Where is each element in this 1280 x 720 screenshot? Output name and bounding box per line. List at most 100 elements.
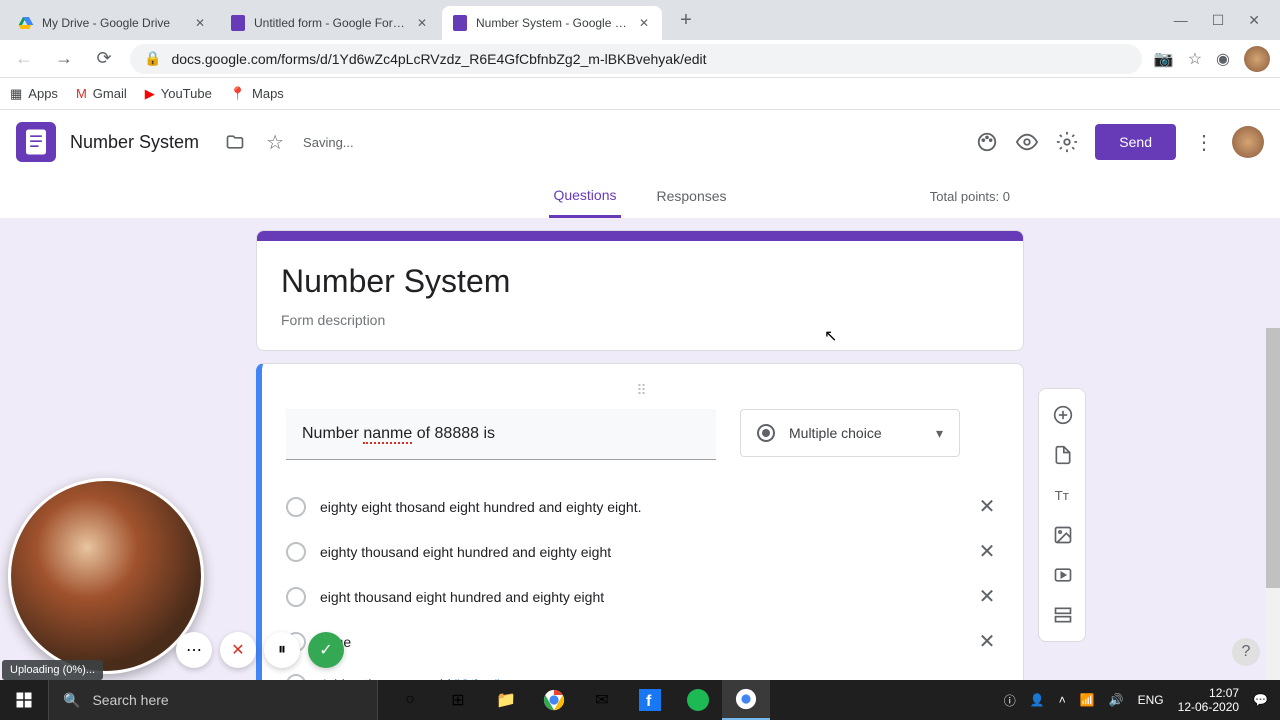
bookmark-youtube[interactable]: ▶YouTube — [145, 86, 212, 102]
bookmark-gmail[interactable]: MGmail — [76, 86, 127, 101]
tray-chevron-icon[interactable]: ˄ — [1059, 693, 1066, 707]
tray-wifi-icon[interactable]: 📶 — [1080, 693, 1095, 707]
title-card[interactable]: Number System Form description — [256, 230, 1024, 351]
chrome-active-icon[interactable] — [722, 680, 770, 720]
explorer-icon[interactable]: 📁 — [482, 680, 530, 720]
more-button[interactable]: ⋮ — [1184, 122, 1224, 162]
question-input[interactable]: Number nanme of 88888 is — [286, 409, 716, 460]
help-button[interactable]: ? — [1232, 638, 1260, 666]
import-questions-button[interactable] — [1039, 437, 1087, 473]
window-controls: — ☐ ✕ — [1174, 12, 1272, 29]
tab-responses[interactable]: Responses — [653, 176, 731, 216]
back-button[interactable]: ← — [10, 48, 38, 69]
option-row: none ✕ — [286, 619, 999, 664]
add-question-button[interactable] — [1039, 397, 1087, 433]
pause-recording-button[interactable]: ⏸ — [264, 632, 300, 668]
address-bar: ← → ⟳ 🔒 docs.google.com/forms/d/1Yd6wZc4… — [0, 40, 1280, 78]
cortana-icon[interactable]: ○ — [386, 680, 434, 720]
extension-icon[interactable]: ◉ — [1216, 49, 1230, 69]
tab-number-system[interactable]: Number System - Google Forms ✕ — [442, 6, 662, 40]
forms-logo[interactable] — [16, 122, 56, 162]
option-text[interactable]: eight thousand eight hundred and eighty … — [320, 589, 961, 605]
tray-sound-icon[interactable]: 🔊 — [1109, 693, 1124, 707]
tab-untitled-form[interactable]: Untitled form - Google Forms ✕ — [220, 6, 440, 40]
palette-button[interactable] — [967, 122, 1007, 162]
profile-avatar[interactable] — [1244, 46, 1270, 72]
maximize-button[interactable]: ☐ — [1212, 12, 1225, 29]
facebook-icon[interactable]: f — [626, 680, 674, 720]
taskbar: 🔍 Search here ○ ⊞ 📁 ✉ f ⓘ 👤 ˄ 📶 🔊 ENG 12… — [0, 680, 1280, 720]
add-image-button[interactable] — [1039, 517, 1087, 553]
chevron-down-icon: ▾ — [936, 425, 943, 442]
search-placeholder: Search here — [92, 692, 168, 708]
url-text: docs.google.com/forms/d/1Yd6wZc4pLcRVzdz… — [171, 51, 706, 67]
task-view-icon[interactable]: ⊞ — [434, 680, 482, 720]
close-icon[interactable]: ✕ — [414, 15, 430, 31]
star-icon[interactable]: ☆ — [1188, 49, 1202, 69]
browser-tab-strip: My Drive - Google Drive ✕ Untitled form … — [0, 0, 1280, 40]
tray-help-icon[interactable]: ⓘ — [1004, 692, 1016, 709]
question-card[interactable]: ⠿ Number nanme of 88888 is Multiple choi… — [256, 363, 1024, 720]
form-title[interactable]: Number System — [70, 132, 199, 153]
option-row: eighty eight thosand eight hundred and e… — [286, 484, 999, 529]
gmail-icon: M — [76, 86, 87, 101]
spotify-icon[interactable] — [674, 680, 722, 720]
question-type-select[interactable]: Multiple choice ▾ — [740, 409, 960, 457]
remove-option-button[interactable]: ✕ — [975, 494, 999, 519]
more-recording-button[interactable]: ⋯ — [176, 632, 212, 668]
notifications-icon[interactable]: 💬 — [1253, 693, 1268, 707]
folder-button[interactable] — [215, 122, 255, 162]
send-button[interactable]: Send — [1095, 124, 1176, 160]
option-text[interactable]: eighty thousand eight hundred and eighty… — [320, 544, 961, 560]
remove-option-button[interactable]: ✕ — [975, 539, 999, 564]
option-row: eighty thousand eight hundred and eighty… — [286, 529, 999, 574]
remove-option-button[interactable]: ✕ — [975, 629, 999, 654]
taskbar-search[interactable]: 🔍 Search here — [48, 680, 378, 720]
forward-button[interactable]: → — [50, 48, 78, 69]
forms-icon — [452, 15, 468, 31]
form-title-text[interactable]: Number System — [281, 263, 999, 300]
bookmark-maps[interactable]: 📍Maps — [230, 86, 284, 102]
form-description[interactable]: Form description — [281, 312, 999, 328]
add-section-button[interactable] — [1039, 597, 1087, 633]
drag-handle-icon[interactable]: ⠿ — [286, 382, 999, 399]
url-field[interactable]: 🔒 docs.google.com/forms/d/1Yd6wZc4pLcRVz… — [130, 44, 1142, 74]
webcam-overlay[interactable] — [8, 478, 204, 674]
bookmark-apps[interactable]: ▦Apps — [10, 86, 58, 102]
close-icon[interactable]: ✕ — [192, 15, 208, 31]
add-video-button[interactable] — [1039, 557, 1087, 593]
option-text[interactable]: none — [320, 634, 961, 650]
close-icon[interactable]: ✕ — [636, 15, 652, 31]
finish-recording-button[interactable]: ✓ — [308, 632, 344, 668]
chrome-icon[interactable] — [530, 680, 578, 720]
remove-option-button[interactable]: ✕ — [975, 584, 999, 609]
radio-icon — [286, 587, 306, 607]
option-text[interactable]: eighty eight thosand eight hundred and e… — [320, 499, 961, 515]
minimize-button[interactable]: — — [1174, 12, 1188, 29]
mail-icon[interactable]: ✉ — [578, 680, 626, 720]
tab-title: Number System - Google Forms — [476, 16, 630, 30]
option-row: eight thousand eight hundred and eighty … — [286, 574, 999, 619]
account-avatar[interactable] — [1232, 126, 1264, 158]
forms-icon — [230, 15, 246, 31]
tray-clock[interactable]: 12:07 12-06-2020 — [1178, 686, 1239, 715]
add-title-button[interactable]: Tᴛ — [1039, 477, 1087, 513]
tab-questions[interactable]: Questions — [549, 175, 620, 218]
new-tab-button[interactable]: + — [672, 6, 700, 34]
cancel-recording-button[interactable]: ✕ — [220, 632, 256, 668]
start-button[interactable] — [0, 680, 48, 720]
settings-button[interactable] — [1047, 122, 1087, 162]
tray-lang[interactable]: ENG — [1138, 693, 1164, 707]
radio-icon — [757, 424, 775, 442]
camera-icon[interactable]: 📷 — [1154, 49, 1174, 69]
scrollbar[interactable] — [1266, 328, 1280, 680]
lock-icon: 🔒 — [144, 50, 161, 67]
reload-button[interactable]: ⟳ — [90, 48, 118, 69]
star-button[interactable]: ☆ — [255, 122, 295, 162]
scrollbar-thumb[interactable] — [1266, 328, 1280, 588]
tray-people-icon[interactable]: 👤 — [1030, 693, 1045, 707]
preview-button[interactable] — [1007, 122, 1047, 162]
tab-drive[interactable]: My Drive - Google Drive ✕ — [8, 6, 218, 40]
close-window-button[interactable]: ✕ — [1248, 12, 1260, 29]
tab-title: My Drive - Google Drive — [42, 16, 186, 30]
